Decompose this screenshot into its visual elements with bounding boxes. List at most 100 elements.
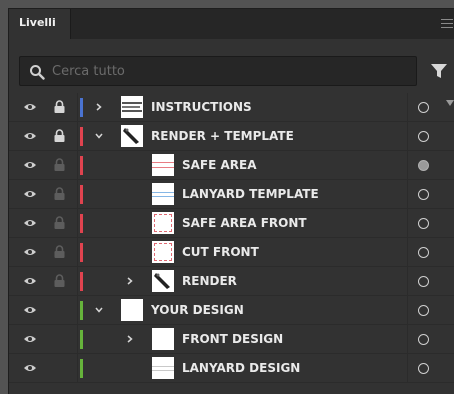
layer-name[interactable]: YOUR DESIGN [151, 303, 244, 317]
eye-icon[interactable] [23, 102, 37, 112]
column-divider [407, 354, 408, 383]
layer-row[interactable]: YOUR DESIGN [9, 296, 454, 325]
search-area [9, 39, 454, 93]
target-circle-icon[interactable] [418, 276, 429, 287]
hamburger-icon[interactable] [441, 19, 453, 28]
chevron-right-icon[interactable] [126, 335, 134, 343]
lock-icon[interactable] [54, 129, 65, 142]
layer-row[interactable]: RENDER + TEMPLATE [9, 122, 454, 151]
eye-icon[interactable] [23, 276, 37, 286]
layer-thumbnail [121, 125, 143, 147]
lock-icon[interactable] [54, 158, 65, 171]
target-circle-icon[interactable] [418, 334, 429, 345]
column-divider [407, 209, 408, 238]
layer-color-bar [80, 98, 83, 117]
layer-name[interactable]: SAFE AREA [182, 158, 257, 172]
target-circle-icon[interactable] [418, 131, 429, 142]
column-divider [407, 267, 408, 296]
layer-color-bar [80, 301, 83, 320]
target-circle-icon[interactable] [418, 102, 429, 113]
layer-row[interactable]: LANYARD TEMPLATE [9, 180, 454, 209]
chevron-right-icon[interactable] [95, 103, 103, 111]
column-divider [407, 325, 408, 354]
filter-icon[interactable] [430, 62, 448, 80]
layer-name[interactable]: CUT FRONT [182, 245, 259, 259]
column-divider [77, 238, 78, 267]
layer-thumbnail [152, 328, 174, 350]
layer-thumbnail [121, 299, 143, 321]
layer-name[interactable]: LANYARD TEMPLATE [182, 187, 319, 201]
eye-icon[interactable] [23, 334, 37, 344]
target-circle-icon[interactable] [418, 363, 429, 374]
lock-icon[interactable] [54, 187, 65, 200]
layer-color-bar [80, 359, 83, 378]
scroll-up-arrow-icon[interactable] [445, 98, 454, 108]
column-divider [77, 267, 78, 296]
column-divider [407, 93, 408, 122]
layer-name[interactable]: INSTRUCTIONS [151, 100, 252, 114]
layer-color-bar [80, 272, 83, 291]
column-divider [77, 296, 78, 325]
layer-name[interactable]: LANYARD DESIGN [182, 361, 300, 375]
layer-row[interactable]: INSTRUCTIONS [9, 93, 454, 122]
search-icon [30, 65, 45, 80]
tab-livelli[interactable]: Livelli [9, 9, 71, 39]
chevron-right-icon[interactable] [126, 277, 134, 285]
eye-icon[interactable] [23, 189, 37, 199]
layer-color-bar [80, 330, 83, 349]
layer-thumbnail [152, 154, 174, 176]
layer-thumbnail [152, 357, 174, 379]
tab-label: Livelli [19, 16, 56, 29]
layer-thumbnail [152, 183, 174, 205]
layer-row[interactable]: SAFE AREA FRONT [9, 209, 454, 238]
chevron-down-icon[interactable] [95, 306, 103, 314]
layer-color-bar [80, 156, 83, 175]
panel-tab-bar: Livelli [9, 9, 454, 39]
layer-row[interactable]: RENDER [9, 267, 454, 296]
chevron-down-icon[interactable] [95, 132, 103, 140]
eye-icon[interactable] [23, 305, 37, 315]
column-divider [407, 296, 408, 325]
lock-icon[interactable] [54, 216, 65, 229]
column-divider [77, 122, 78, 151]
column-divider [407, 238, 408, 267]
layer-thumbnail [152, 270, 174, 292]
target-circle-icon[interactable] [418, 160, 429, 171]
column-divider [407, 122, 408, 151]
layer-color-bar [80, 214, 83, 233]
layer-list: INSTRUCTIONS RENDER + TEMPLATE SAFE AREA LA… [9, 93, 454, 394]
column-divider [77, 325, 78, 354]
search-box[interactable] [19, 56, 417, 86]
eye-icon[interactable] [23, 131, 37, 141]
layer-name[interactable]: SAFE AREA FRONT [182, 216, 307, 230]
lock-icon[interactable] [54, 100, 65, 113]
target-circle-icon[interactable] [418, 189, 429, 200]
layers-panel: Livelli INSTRUCTIONS RENDER + TEMPLATE SAF… [8, 8, 454, 394]
column-divider [77, 209, 78, 238]
layer-row[interactable]: FRONT DESIGN [9, 325, 454, 354]
target-circle-icon[interactable] [418, 305, 429, 316]
column-divider [77, 151, 78, 180]
layer-row[interactable]: LANYARD DESIGN [9, 354, 454, 383]
search-input[interactable] [52, 57, 412, 85]
layer-row[interactable]: SAFE AREA [9, 151, 454, 180]
layer-name[interactable]: RENDER + TEMPLATE [151, 129, 294, 143]
lock-icon[interactable] [54, 245, 65, 258]
eye-icon[interactable] [23, 247, 37, 257]
layer-row[interactable]: CUT FRONT [9, 238, 454, 267]
layer-name[interactable]: RENDER [182, 274, 237, 288]
column-divider [407, 180, 408, 209]
eye-icon[interactable] [23, 363, 37, 373]
eye-icon[interactable] [23, 218, 37, 228]
layer-name[interactable]: FRONT DESIGN [182, 332, 283, 346]
layer-color-bar [80, 185, 83, 204]
column-divider [77, 180, 78, 209]
lock-icon[interactable] [54, 274, 65, 287]
layer-thumbnail [152, 241, 174, 263]
target-circle-icon[interactable] [418, 247, 429, 258]
eye-icon[interactable] [23, 160, 37, 170]
target-circle-icon[interactable] [418, 218, 429, 229]
column-divider [77, 354, 78, 383]
layer-thumbnail [152, 212, 174, 234]
layer-thumbnail [121, 96, 143, 118]
